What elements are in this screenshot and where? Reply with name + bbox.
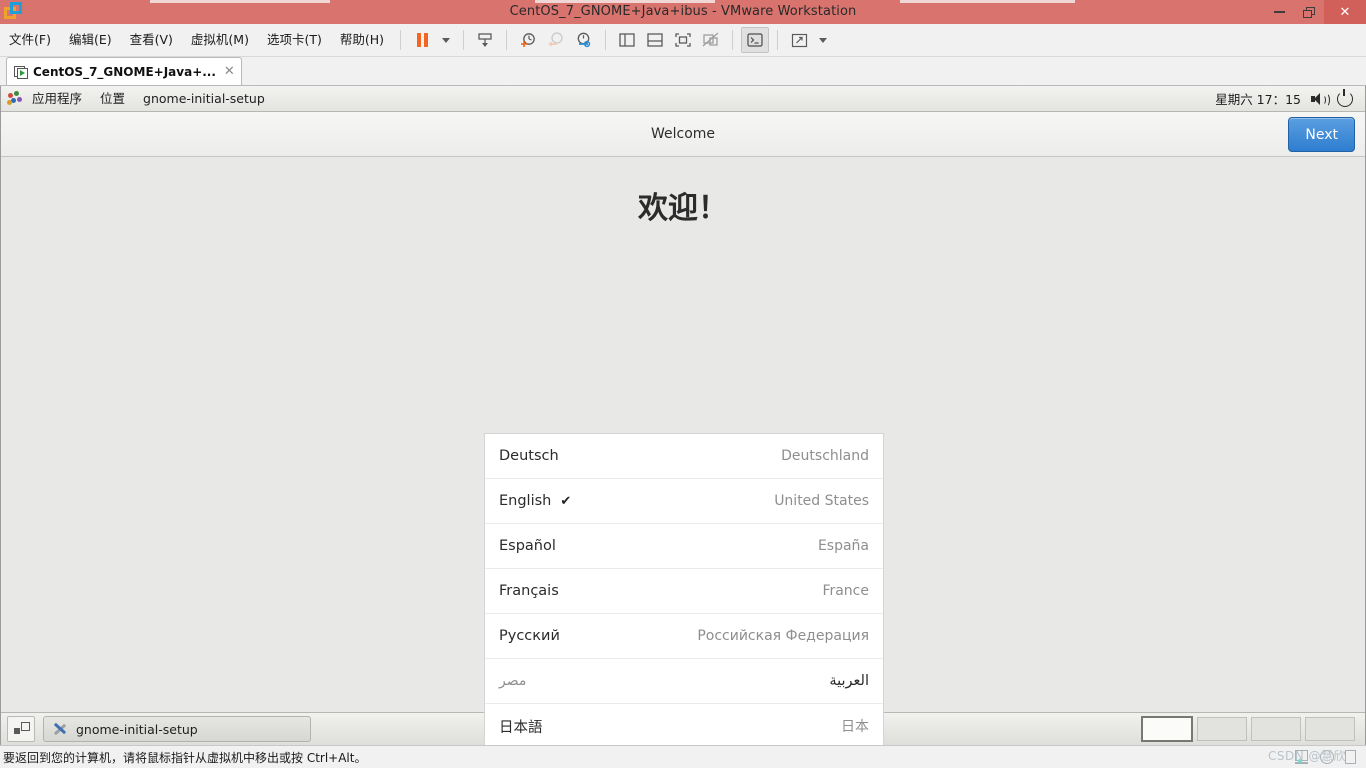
manage-snapshots-icon[interactable]	[571, 28, 597, 52]
menu-vm[interactable]: 虚拟机(M)	[182, 24, 258, 56]
page-title: Welcome	[650, 126, 716, 142]
welcome-heading: 欢迎！	[638, 191, 728, 226]
show-sidebar-icon[interactable]	[614, 28, 640, 52]
toolbar-separator	[605, 30, 607, 50]
list-item[interactable]: 日本語 日本	[485, 704, 883, 749]
language-country: España	[817, 538, 869, 554]
minimize-button[interactable]	[1264, 0, 1294, 24]
language-name: العربية	[829, 673, 869, 689]
language-country: مصر	[499, 673, 527, 689]
list-item[interactable]: Español España	[485, 524, 883, 569]
gnome-clock[interactable]: 星期六 17：15	[1215, 89, 1301, 108]
show-desktop-icon[interactable]	[7, 716, 35, 742]
gnome-foot-icon	[7, 91, 22, 106]
menu-file[interactable]: 文件(F)	[0, 24, 60, 56]
vm-tab-label: CentOS_7_GNOME+Java+...	[33, 64, 216, 79]
gnome-active-window-title[interactable]: gnome-initial-setup	[134, 86, 274, 111]
close-button[interactable]: ✕	[1324, 0, 1366, 24]
show-console-view-icon[interactable]	[642, 28, 668, 52]
workspace-3[interactable]	[1251, 717, 1301, 741]
workspace-switcher	[1141, 716, 1359, 742]
language-country: Российская Федерация	[697, 628, 869, 644]
vmware-statusbar: 要返回到您的计算机，请将鼠标指针从虚拟机中移出或按 Ctrl+Alt。 CSDN…	[0, 745, 1366, 768]
toolbar-separator	[400, 30, 402, 50]
fullscreen-caret-icon[interactable]	[819, 37, 828, 43]
status-device-icons	[1294, 749, 1358, 764]
check-icon: ✔	[560, 493, 572, 509]
power-dropdown-caret-icon[interactable]	[442, 37, 451, 43]
taskbar-window-label: gnome-initial-setup	[76, 721, 198, 737]
toolbar-separator	[777, 30, 779, 50]
gnome-top-panel: 应用程序 位置 gnome-initial-setup 星期六 17：15	[1, 86, 1365, 112]
vmware-workstation-window: CentOS_7_GNOME+Java+ibus - VMware Workst…	[0, 0, 1366, 768]
language-name: Français	[499, 583, 559, 599]
menu-view[interactable]: 查看(V)	[121, 24, 182, 56]
language-name: Deutsch	[499, 448, 559, 464]
language-name: 日本語	[499, 719, 543, 736]
gnome-panel-status-area: 星期六 17：15	[1215, 88, 1359, 108]
send-ctrl-alt-del-icon[interactable]	[472, 28, 498, 52]
menu-help[interactable]: 帮助(H)	[331, 24, 393, 56]
welcome-page: 欢迎！ Deutsch Deutschland English ✔ United…	[1, 157, 1365, 768]
volume-icon[interactable]	[1311, 92, 1330, 107]
workspace-2[interactable]	[1197, 717, 1247, 741]
guest-screen: 应用程序 位置 gnome-initial-setup 星期六 17：15 We…	[0, 86, 1366, 768]
menu-edit[interactable]: 编辑(E)	[60, 24, 121, 56]
language-country: France	[822, 583, 869, 599]
revert-snapshot-icon[interactable]	[543, 28, 569, 52]
vm-tab[interactable]: CentOS_7_GNOME+Java+... ✕	[6, 57, 242, 85]
gnome-applications-menu[interactable]: 应用程序	[23, 86, 91, 111]
menubar: 文件(F) 编辑(E) 查看(V) 虚拟机(M) 选项卡(T) 帮助(H)	[0, 24, 1366, 57]
window-titlebar: CentOS_7_GNOME+Java+ibus - VMware Workst…	[0, 0, 1366, 24]
list-item[interactable]: Français France	[485, 569, 883, 614]
network-status-icon[interactable]	[1342, 749, 1358, 764]
stretch-guest-icon[interactable]	[698, 28, 724, 52]
toolbar-separator	[506, 30, 508, 50]
toolbar-separator	[463, 30, 465, 50]
gnome-places-menu[interactable]: 位置	[91, 86, 134, 111]
unity-console-icon[interactable]	[741, 27, 770, 53]
workspace-1[interactable]	[1141, 716, 1193, 742]
language-country: Deutschland	[781, 448, 869, 464]
status-message: 要返回到您的计算机，请将鼠标指针从虚拟机中移出或按 Ctrl+Alt。	[3, 750, 367, 765]
vm-tabstrip: CentOS_7_GNOME+Java+... ✕	[0, 57, 1366, 86]
language-name: Русский	[499, 628, 560, 644]
list-item-selected[interactable]: English ✔ United States	[485, 479, 883, 524]
settings-tools-icon	[52, 721, 68, 737]
cd-dvd-status-icon[interactable]	[1318, 749, 1334, 764]
window-title: CentOS_7_GNOME+Java+ibus - VMware Workst…	[509, 4, 857, 19]
language-country: United States	[774, 493, 869, 509]
virtual-machine-running-icon	[14, 65, 28, 79]
list-item[interactable]: العربية مصر	[485, 659, 883, 704]
power-icon[interactable]	[1337, 88, 1353, 107]
next-button[interactable]: Next	[1288, 117, 1355, 152]
list-item[interactable]: Deutsch Deutschland	[485, 434, 883, 479]
fit-guest-icon[interactable]	[670, 28, 696, 52]
language-name: Español	[499, 538, 556, 554]
workspace-4[interactable]	[1305, 717, 1355, 741]
maximize-restore-button[interactable]	[1294, 0, 1324, 24]
language-list: Deutsch Deutschland English ✔ United Sta…	[484, 433, 884, 768]
language-name: English	[499, 493, 552, 509]
language-country: 日本	[841, 719, 869, 735]
window-controls: ✕	[1264, 0, 1366, 24]
menu-tabs[interactable]: 选项卡(T)	[258, 24, 331, 56]
toolbar-separator	[732, 30, 734, 50]
pause-icon[interactable]	[409, 28, 435, 52]
setup-headerbar: Welcome Next	[1, 112, 1365, 157]
fullscreen-icon[interactable]	[786, 28, 812, 52]
vm-tab-close-icon[interactable]: ✕	[224, 64, 235, 79]
hard-disk-status-icon[interactable]	[1294, 749, 1310, 764]
take-snapshot-icon[interactable]	[515, 28, 541, 52]
list-item[interactable]: Русский Российская Федерация	[485, 614, 883, 659]
taskbar-window-button[interactable]: gnome-initial-setup	[43, 716, 311, 742]
